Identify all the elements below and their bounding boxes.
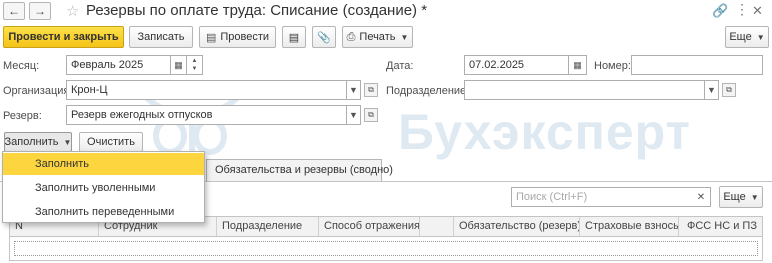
organization-open-button[interactable]: ⧉	[364, 83, 378, 97]
forward-button[interactable]: →	[29, 2, 51, 20]
arrow-right-icon: →	[34, 4, 46, 18]
column-header-blank[interactable]	[419, 217, 453, 236]
calendar-button[interactable]: ▦	[171, 55, 187, 75]
chevron-down-icon: ▼	[63, 137, 72, 147]
month-stepper[interactable]: ▲ ▼	[187, 55, 203, 75]
watermark-text: Бухэксперт	[398, 104, 692, 160]
report-button[interactable]: ▤	[282, 26, 306, 48]
month-label: Месяц:	[3, 60, 40, 72]
calendar-icon: ▦	[573, 59, 582, 70]
organization-input[interactable]: Крон-Ц	[66, 80, 347, 100]
clear-x-icon: ✕	[696, 191, 706, 203]
open-icon: ⧉	[368, 85, 374, 94]
calendar-icon: ▦	[174, 59, 183, 70]
favorite-star-icon[interactable]: ☆	[66, 2, 79, 20]
date-label: Дата:	[386, 60, 414, 72]
back-button[interactable]: ←	[3, 2, 25, 20]
post-doc-icon: ▤	[205, 31, 217, 44]
more-button[interactable]: Еще ▼	[725, 26, 769, 48]
column-header-fss[interactable]: ФСС НС и ПЗ	[678, 217, 762, 236]
column-header-obligation[interactable]: Обязательство (резерв)	[453, 217, 579, 236]
division-input[interactable]	[464, 80, 705, 100]
table-body[interactable]	[9, 237, 763, 261]
chevron-down-icon: ▼	[756, 32, 765, 42]
printer-icon: ⎙	[346, 30, 356, 43]
chevron-down-icon: ▼	[349, 110, 358, 120]
print-button[interactable]: ⎙ Печать ▼	[342, 26, 413, 48]
post-and-close-button[interactable]: Провести и закрыть	[3, 26, 124, 48]
division-dropdown-button[interactable]: ▼	[705, 80, 719, 100]
paperclip-icon: 📎	[317, 31, 331, 44]
menu-item-fill-transferred[interactable]: Заполнить переведенными	[3, 201, 204, 223]
organization-dropdown-button[interactable]: ▼	[347, 80, 361, 100]
fill-dropdown-menu: Заполнить Заполнить уволенными Заполнить…	[2, 151, 205, 223]
close-icon[interactable]: ✕	[752, 3, 763, 19]
month-input[interactable]: Февраль 2025	[66, 55, 171, 75]
fill-button-label: Заполнить	[4, 136, 59, 148]
division-open-button[interactable]: ⧉	[722, 83, 736, 97]
number-label: Номер:	[594, 60, 631, 72]
number-input[interactable]	[631, 55, 763, 75]
write-button[interactable]: Записать	[129, 26, 193, 48]
menu-item-fill-dismissed[interactable]: Заполнить уволенными	[3, 177, 204, 199]
stepper-down-icon: ▼	[191, 66, 198, 72]
reserve-label: Резерв:	[3, 110, 42, 122]
window-title: Резервы по оплате труда: Списание (созда…	[86, 2, 428, 19]
search-clear-button[interactable]: ✕	[693, 189, 709, 205]
search-input[interactable]: Поиск (Ctrl+F)	[511, 187, 711, 207]
clear-button[interactable]: Очистить	[79, 132, 143, 152]
chevron-down-icon: ▼	[707, 85, 716, 95]
post-button-label: Провести	[220, 31, 270, 43]
arrow-left-icon: ←	[8, 4, 20, 18]
table-more-label: Еще	[723, 191, 746, 203]
reserve-dropdown-button[interactable]: ▼	[347, 105, 361, 125]
reserve-input[interactable]: Резерв ежегодных отпусков	[66, 105, 347, 125]
column-header-division[interactable]: Подразделение	[216, 217, 318, 236]
division-label: Подразделение:	[386, 85, 470, 97]
attach-button[interactable]: 📎	[312, 26, 336, 48]
organization-label: Организация:	[3, 85, 73, 97]
open-icon: ⧉	[368, 110, 374, 119]
chevron-down-icon: ▼	[400, 32, 409, 42]
post-button[interactable]: ▤ Провести	[199, 26, 276, 48]
date-calendar-button[interactable]: ▦	[569, 55, 587, 75]
table-empty-row[interactable]	[14, 241, 758, 256]
print-button-label: Печать	[359, 31, 396, 43]
open-icon: ⧉	[726, 85, 732, 94]
more-button-label: Еще	[729, 31, 752, 43]
fill-button[interactable]: Заполнить ▼	[4, 132, 72, 152]
menu-item-fill[interactable]: Заполнить	[3, 153, 204, 175]
link-icon[interactable]: 🔗	[712, 3, 728, 19]
more-vertical-icon[interactable]: ⋮	[735, 1, 749, 18]
column-header-reflection-method[interactable]: Способ отражения	[318, 217, 419, 236]
tab-obligations-summary[interactable]: Обязательства и резервы (сводно)	[206, 159, 393, 181]
date-input[interactable]: 07.02.2025	[464, 55, 569, 75]
report-icon: ▤	[288, 31, 300, 44]
stepper-up-icon: ▲	[191, 58, 198, 64]
table-more-button[interactable]: Еще ▼	[719, 186, 763, 208]
reserve-open-button[interactable]: ⧉	[364, 108, 378, 122]
chevron-down-icon: ▼	[750, 192, 759, 202]
chevron-down-icon: ▼	[349, 85, 358, 95]
column-header-insurance[interactable]: Страховые взносы	[579, 217, 678, 236]
